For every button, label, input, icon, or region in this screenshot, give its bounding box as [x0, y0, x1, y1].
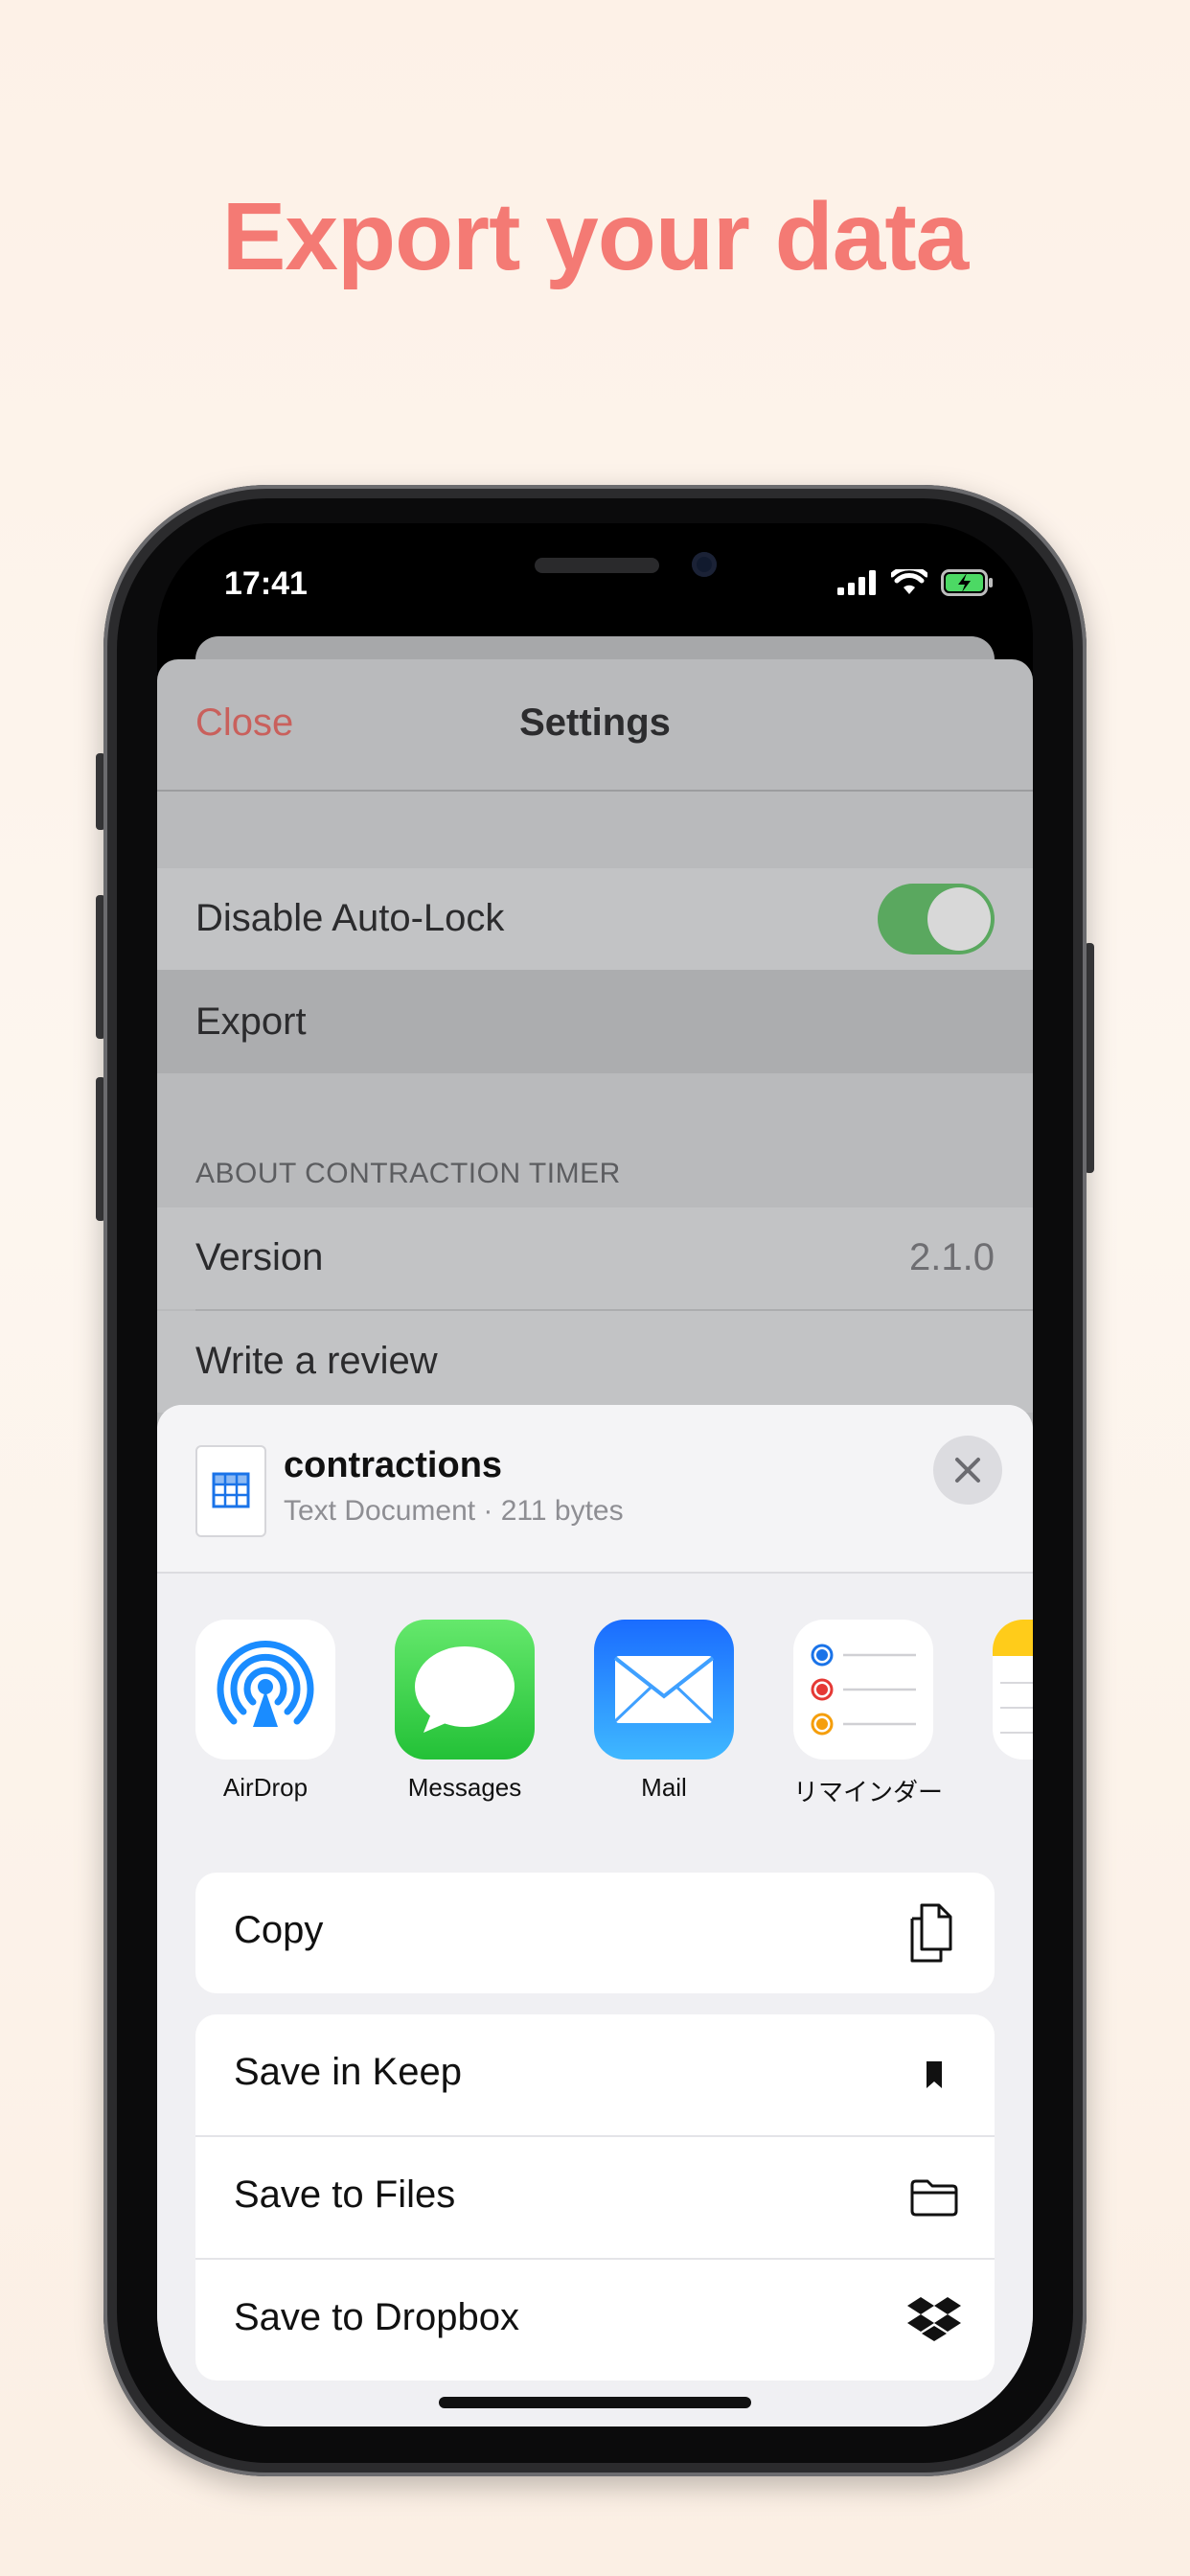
disable-auto-lock-row: Disable Auto-Lock: [157, 868, 1033, 972]
wifi-icon: [891, 569, 927, 594]
messages-icon: [395, 1620, 535, 1760]
share-app-airdrop[interactable]: AirDrop: [195, 1620, 335, 1803]
status-icons: [837, 569, 995, 596]
headline: Export your data: [221, 183, 970, 290]
settings-nav-bar: Close Settings: [157, 659, 1033, 792]
save-to-dropbox-action[interactable]: Save to Dropbox: [195, 2260, 995, 2380]
battery-charging-icon: [941, 569, 993, 596]
earpiece: [535, 558, 659, 573]
dropbox-icon: [906, 2292, 962, 2348]
mail-icon: [594, 1620, 734, 1760]
auto-lock-toggle[interactable]: [878, 884, 995, 954]
airdrop-icon: [195, 1620, 335, 1760]
copy-group: Copy: [195, 1873, 995, 1993]
text-document-icon: [195, 1445, 266, 1537]
version-row: Version 2.1.0: [157, 1208, 1033, 1309]
reminders-icon: [793, 1620, 933, 1760]
front-camera: [692, 552, 717, 577]
copy-label: Copy: [234, 1909, 324, 1951]
copy-icon: [906, 1899, 962, 1966]
share-header: contractions Text Document · 211 bytes: [157, 1405, 1033, 1574]
app-label: Messages: [407, 1773, 522, 1802]
status-bar: 17:41: [157, 523, 1033, 648]
save-to-files-label: Save to Files: [234, 2174, 456, 2216]
version-value: 2.1.0: [909, 1236, 995, 1278]
share-apps-row: AirDrop Messages Mail リマインダー: [157, 1620, 1033, 1830]
save-in-keep-action[interactable]: Save in Keep: [195, 2014, 995, 2137]
save-to-dropbox-label: Save to Dropbox: [234, 2296, 519, 2338]
save-to-files-action[interactable]: Save to Files: [195, 2137, 995, 2260]
share-app-notes-partial[interactable]: [993, 1620, 1033, 1760]
app-label: Mail: [641, 1773, 687, 1802]
about-section-header: ABOUT CONTRACTION TIMER: [195, 1158, 621, 1189]
close-icon: [955, 1458, 980, 1483]
disable-auto-lock-label: Disable Auto-Lock: [195, 897, 505, 939]
cellular-signal-icon: [837, 570, 876, 595]
home-indicator[interactable]: [439, 2397, 751, 2408]
notes-icon: [993, 1620, 1033, 1760]
share-app-messages[interactable]: Messages: [395, 1620, 535, 1803]
share-close-button[interactable]: [933, 1436, 1002, 1505]
share-file-name: contractions: [284, 1445, 503, 1485]
export-label: Export: [195, 1000, 307, 1043]
app-label: AirDrop: [222, 1773, 309, 1802]
export-row[interactable]: Export: [157, 972, 1033, 1073]
share-sheet: contractions Text Document · 211 bytes A…: [157, 1405, 1033, 2426]
write-review-row[interactable]: Write a review: [157, 1311, 1033, 1413]
phone-screen: 17:41 Close Settings Disable Auto-Lock E…: [157, 523, 1033, 2426]
version-label: Version: [195, 1236, 324, 1278]
toggle-knob: [927, 887, 991, 951]
share-app-reminders[interactable]: リマインダー: [793, 1620, 944, 1808]
actions-group: Save in Keep Save to Files Save to Dropb…: [195, 2014, 995, 2380]
app-label: リマインダー: [793, 1778, 944, 1806]
copy-action[interactable]: Copy: [195, 1873, 995, 1993]
save-in-keep-label: Save in Keep: [234, 2051, 462, 2093]
bookmark-icon: [906, 2047, 962, 2103]
folder-icon: [906, 2170, 962, 2225]
share-file-info: Text Document · 211 bytes: [284, 1495, 624, 1527]
write-review-label: Write a review: [195, 1340, 438, 1382]
settings-title: Settings: [519, 702, 671, 744]
share-app-mail[interactable]: Mail: [594, 1620, 734, 1803]
status-time: 17:41: [224, 565, 308, 602]
